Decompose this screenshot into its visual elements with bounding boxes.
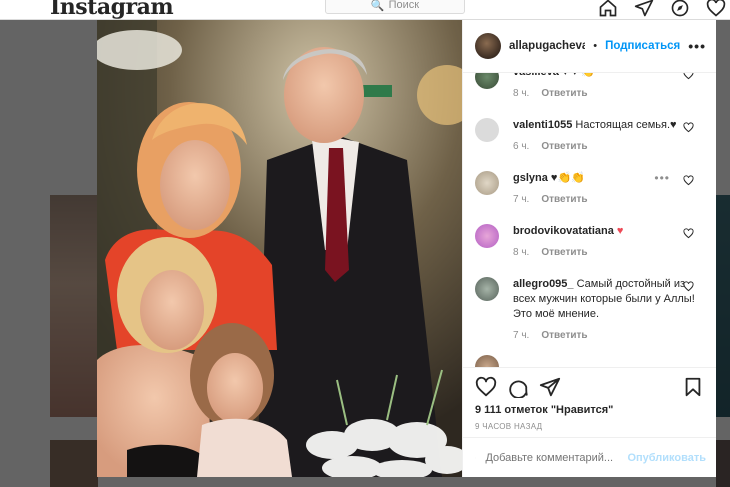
post-modal: allapugachevaandl • Подписаться ••• vasi…	[97, 20, 716, 477]
comment-item: gslyna ♥👏👏 7 ч. Ответить •••	[475, 171, 706, 207]
comment-item: valenti1055 Настоящая семья.♥ 6 ч. Ответ…	[475, 118, 706, 154]
post-timestamp[interactable]: 9 ЧАСОВ НАЗАД	[475, 422, 704, 431]
comment-text: Настоящая семья.♥	[575, 119, 677, 131]
author-avatar[interactable]	[475, 33, 501, 59]
family-photo-image	[97, 20, 462, 477]
post-header: allapugachevaandl • Подписаться •••	[463, 20, 716, 73]
header-separator: •	[593, 40, 598, 52]
comment-body: valenti1055 Настоящая семья.♥ 6 ч. Ответ…	[513, 118, 706, 154]
comment-time[interactable]: 6 ч.	[513, 139, 529, 154]
commenter-avatar[interactable]	[475, 224, 499, 248]
comment-item: allegro095_ Самый достойный из всех мужч…	[475, 277, 706, 343]
publish-button[interactable]: Опубликовать	[627, 452, 706, 464]
nav-icons	[598, 0, 730, 18]
more-options-icon[interactable]: •••	[688, 38, 706, 54]
comment-meta: 7 ч. Ответить	[513, 328, 706, 343]
comment-username[interactable]: valenti1055	[513, 119, 572, 131]
comment-time[interactable]: 7 ч.	[513, 328, 529, 343]
home-icon[interactable]	[598, 0, 618, 18]
reply-button[interactable]: Ответить	[541, 328, 587, 343]
comment-meta: 6 ч. Ответить	[513, 139, 706, 154]
bookmark-icon[interactable]	[682, 376, 704, 398]
comment-text: ♥👏👏	[550, 172, 585, 184]
like-comment-heart-icon[interactable]	[683, 73, 694, 80]
explore-icon[interactable]	[670, 0, 690, 18]
commenter-avatar[interactable]	[475, 171, 499, 195]
post-actions: 9 111 отметок "Нравится" 9 ЧАСОВ НАЗАД	[463, 367, 716, 437]
comment-meta: 7 ч. Ответить	[513, 192, 706, 207]
direct-icon[interactable]	[634, 0, 654, 18]
comment-username[interactable]: allegro095_	[513, 278, 574, 290]
comment-item: brodovikovatatiana ♥ 8 ч. Ответить	[475, 224, 706, 260]
comment-time[interactable]: 8 ч.	[513, 245, 529, 260]
like-comment-heart-icon[interactable]	[683, 175, 694, 186]
top-nav-bar: Instagram 🔍 Поиск	[0, 0, 730, 20]
likes-count[interactable]: 9 111 отметок "Нравится"	[475, 404, 704, 416]
comments-list[interactable]: vasilieva ♥ ♥ 👏 8 ч. Ответить valenti105…	[463, 73, 716, 367]
comment-body: brodovikovatatiana ♥ 8 ч. Ответить	[513, 224, 706, 260]
action-icons-row	[475, 376, 704, 398]
comment-body: gslyna ♥👏👏 7 ч. Ответить	[513, 171, 706, 207]
comment-text: ♥	[616, 225, 624, 237]
like-comment-heart-icon[interactable]	[683, 228, 694, 239]
reply-button[interactable]: Ответить	[541, 86, 587, 101]
commenter-avatar[interactable]	[475, 73, 499, 89]
follow-button[interactable]: Подписаться	[605, 40, 680, 52]
comment-text: ♥ ♥ 👏	[562, 73, 595, 78]
comment-input[interactable]	[485, 451, 628, 464]
comment-item-partial	[475, 355, 706, 367]
search-placeholder: Поиск	[388, 0, 420, 11]
comment-meta: 8 ч. Ответить	[513, 245, 706, 260]
like-comment-heart-icon[interactable]	[683, 281, 694, 292]
instagram-logo[interactable]: Instagram	[50, 0, 174, 20]
comment-time[interactable]: 8 ч.	[513, 86, 529, 101]
commenter-avatar[interactable]	[475, 118, 499, 142]
comment-item: vasilieva ♥ ♥ 👏 8 ч. Ответить	[475, 73, 706, 101]
comment-username[interactable]: brodovikovatatiana	[513, 225, 614, 237]
like-heart-icon[interactable]	[475, 376, 497, 398]
post-photo[interactable]	[97, 20, 462, 477]
like-comment-heart-icon[interactable]	[683, 122, 694, 133]
commenter-avatar[interactable]	[475, 277, 499, 301]
author-username[interactable]: allapugachevaandl	[509, 40, 585, 52]
search-icon: 🔍	[370, 0, 385, 12]
post-sidebar: allapugachevaandl • Подписаться ••• vasi…	[462, 20, 716, 477]
comment-options-icon[interactable]: •••	[654, 171, 670, 185]
comment-body: vasilieva ♥ ♥ 👏 8 ч. Ответить	[513, 73, 706, 101]
comment-meta: 8 ч. Ответить	[513, 86, 706, 101]
comment-username[interactable]: gslyna	[513, 172, 548, 184]
add-comment-bar: Опубликовать	[463, 437, 716, 477]
comment-bubble-icon[interactable]	[507, 376, 529, 398]
commenter-avatar[interactable]	[475, 355, 499, 367]
comment-time[interactable]: 7 ч.	[513, 192, 529, 207]
reply-button[interactable]: Ответить	[541, 245, 587, 260]
share-icon[interactable]	[539, 376, 561, 398]
reply-button[interactable]: Ответить	[541, 139, 587, 154]
reply-button[interactable]: Ответить	[541, 192, 587, 207]
comment-username[interactable]: vasilieva	[513, 73, 559, 78]
activity-heart-icon[interactable]	[706, 0, 726, 18]
search-box[interactable]: 🔍 Поиск	[325, 0, 465, 14]
comment-body: allegro095_ Самый достойный из всех мужч…	[513, 277, 706, 343]
